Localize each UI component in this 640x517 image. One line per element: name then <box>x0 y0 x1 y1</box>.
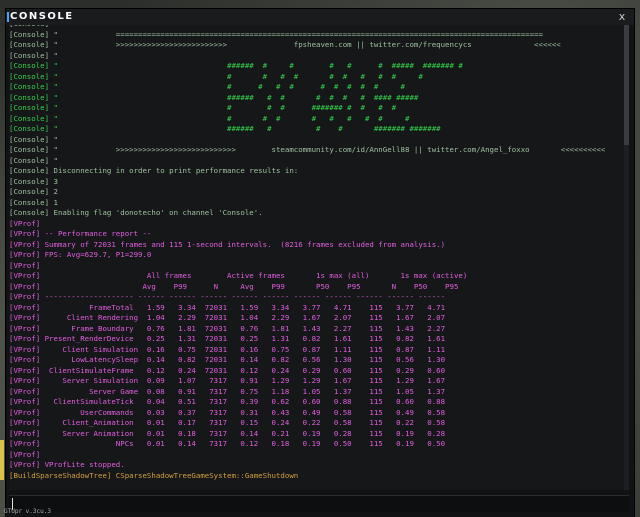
console-input[interactable] <box>9 495 629 512</box>
scrollbar-thumb[interactable] <box>624 25 629 145</box>
console-output[interactable]: [Console][Console] " ===================… <box>9 25 629 490</box>
log-line: [Console] " ###### # # # # # # #### ####… <box>9 92 419 102</box>
log-line: [VProf] <box>9 218 41 228</box>
log-line: [VProf] NPCs 0.01 0.14 7317 0.12 0.18 0.… <box>9 439 446 448</box>
title-accent-bar <box>7 12 9 22</box>
output-scrollbar[interactable] <box>624 25 629 490</box>
log-line: [VProf] <box>9 260 41 270</box>
close-icon[interactable]: x <box>616 10 628 24</box>
log-line: [VProf] Frame Boundary 0.76 1.81 72031 0… <box>9 323 446 333</box>
log-line: [Console] " >>>>>>>>>>>>>>>>>>>>>>>>> fp… <box>9 40 561 49</box>
log-line: [VProf] FPS: Avg=629.7, P1=299.0 <box>9 250 152 259</box>
log-line: [VProf] Present_RenderDevice 0.25 1.31 7… <box>9 334 446 343</box>
log-line: [Console] " # # # # # # # # # <box>9 113 410 123</box>
log-line: [Console] " <box>9 50 58 60</box>
log-line: [Console] 3 <box>9 176 58 186</box>
log-line: [Console] " <box>9 155 58 165</box>
log-line: [VProf] Client_Animation 0.01 0.17 7317 … <box>9 418 446 427</box>
log-line: [VProf] Server Animation 0.01 0.18 7317 … <box>9 428 446 438</box>
log-line: [VProf] Summary of 72031 frames and 115 … <box>9 239 446 249</box>
console-title: CONSOLE <box>10 11 74 22</box>
log-lines: [Console][Console] " ===================… <box>9 25 623 481</box>
log-line: [Console] " ###### # # # ####### ####### <box>9 124 441 133</box>
log-line: [VProf] Server Game 0.08 0.91 7317 0.75 … <box>9 386 446 396</box>
log-line: [VProf] FrameTotal 1.59 3.34 72031 1.59 … <box>9 302 446 312</box>
log-line: [Console] 2 <box>9 187 58 196</box>
log-line: [Console] " >>>>>>>>>>>>>>>>>>>>>>>>>>> … <box>9 145 606 154</box>
log-line: [Console] " ============================… <box>9 29 543 39</box>
log-line: [Console] Disconnecting in order to prin… <box>9 166 299 175</box>
console-window[interactable]: CONSOLE x [Console][Console] " =========… <box>6 9 634 517</box>
log-line: [Console] " # # # # # # # # # # <box>9 71 423 81</box>
log-line: [Console] Enabling flag 'donotecho' on c… <box>9 208 263 217</box>
log-line: [VProf] Client Rendering 1.04 2.29 72031… <box>9 313 446 322</box>
background-highlight <box>0 440 4 480</box>
overlay-text: GTUpr v.3cu.3 <box>4 508 51 515</box>
console-titlebar[interactable]: CONSOLE x <box>6 9 634 25</box>
log-line: [BuildSparseShadowTree] CSparseShadowTre… <box>9 470 299 480</box>
log-line: [Console] " # # # ####### # # # # <box>9 103 397 112</box>
log-line: [Console] " <box>9 134 58 144</box>
log-line: [VProf] All frames Active frames 1s max … <box>9 271 468 280</box>
log-line: [VProf] ClientSimulateFrame 0.12 0.24 72… <box>9 365 446 375</box>
log-line: [VProf] Server Simulation 0.09 1.07 7317… <box>9 376 446 385</box>
log-line: [VProf] Client Simulation 0.16 0.75 7203… <box>9 344 446 354</box>
log-line: [Console] 1 <box>9 197 58 207</box>
log-line: [VProf] ClientSimulateTick 0.04 0.51 731… <box>9 397 446 406</box>
log-line: [Console] " ###### # # # # # ##### #####… <box>9 61 463 70</box>
log-line: [VProf] UserCommands 0.03 0.37 7317 0.31… <box>9 407 446 417</box>
log-line: [VProf] <box>9 449 41 459</box>
log-line: [Console] " # # # # # # # # # # <box>9 82 406 91</box>
log-line: [VProf] -- Performance report -- <box>9 229 152 238</box>
log-line: [VProf] VProfLite stopped. <box>9 460 125 469</box>
log-line: [VProf] LowLatencySleep 0.14 0.82 72031 … <box>9 355 446 364</box>
log-line: [VProf] -------------------- ------ ----… <box>9 292 446 301</box>
log-line: [VProf] Avg P99 N Avg P99 P50 P95 N P50 … <box>9 281 459 291</box>
